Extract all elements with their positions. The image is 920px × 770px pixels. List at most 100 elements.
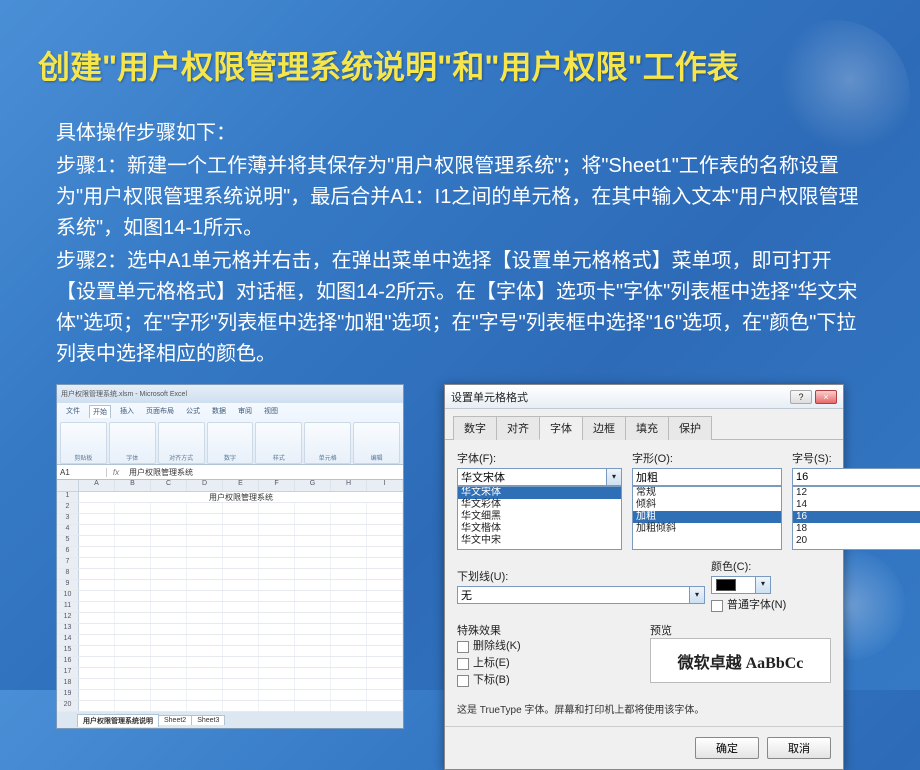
- sheet-tab[interactable]: Sheet3: [191, 715, 225, 725]
- ribbon-tab[interactable]: 公式: [183, 405, 203, 418]
- help-icon[interactable]: ?: [790, 390, 812, 404]
- style-combo[interactable]: [632, 468, 782, 486]
- row-header[interactable]: 5: [57, 536, 79, 546]
- chevron-down-icon[interactable]: ▾: [607, 468, 622, 486]
- list-item[interactable]: 16: [793, 511, 920, 523]
- row-header[interactable]: 15: [57, 646, 79, 656]
- dialog-tab[interactable]: 填充: [625, 416, 669, 440]
- merged-cell[interactable]: 用户权限管理系统: [79, 492, 403, 502]
- ribbon-tabs: 文件 开始 插入 页面布局 公式 数据 审阅 视图: [57, 403, 403, 420]
- row-header[interactable]: 14: [57, 635, 79, 645]
- chevron-down-icon[interactable]: ▾: [755, 577, 770, 593]
- grid-row: 2: [57, 503, 403, 514]
- checkbox[interactable]: [711, 600, 723, 612]
- ribbon-tab[interactable]: 视图: [261, 405, 281, 418]
- ribbon-group: 剪贴板: [60, 422, 107, 464]
- col-header[interactable]: H: [331, 480, 367, 491]
- cancel-button[interactable]: 取消: [767, 737, 831, 759]
- list-item[interactable]: 华文中宋: [458, 535, 621, 547]
- font-listbox[interactable]: 华文宋体 华文彩体 华文细黑 华文楷体 华文中宋: [457, 486, 622, 550]
- dialog-tab[interactable]: 字体: [539, 416, 583, 440]
- checkbox[interactable]: [457, 658, 469, 670]
- col-header[interactable]: I: [367, 480, 403, 491]
- close-icon[interactable]: ×: [815, 390, 837, 404]
- font-input[interactable]: [457, 468, 607, 486]
- size-listbox[interactable]: 12 14 16 18 20: [792, 486, 920, 550]
- chevron-down-icon[interactable]: ▾: [690, 586, 705, 604]
- row-header[interactable]: 18: [57, 679, 79, 689]
- sheet-tab[interactable]: Sheet2: [158, 715, 192, 725]
- dialog-tab[interactable]: 保护: [668, 416, 712, 440]
- list-item[interactable]: 倾斜: [633, 499, 781, 511]
- list-item[interactable]: 14: [793, 499, 920, 511]
- row-header[interactable]: 19: [57, 690, 79, 700]
- fx-icon[interactable]: fx: [107, 468, 125, 477]
- row-header[interactable]: 8: [57, 569, 79, 579]
- row-header[interactable]: 4: [57, 525, 79, 535]
- checkbox[interactable]: [457, 641, 469, 653]
- ribbon-tab[interactable]: 插入: [117, 405, 137, 418]
- col-header[interactable]: B: [115, 480, 151, 491]
- list-item[interactable]: 华文楷体: [458, 523, 621, 535]
- ribbon-tab[interactable]: 数据: [209, 405, 229, 418]
- dialog-tab[interactable]: 边框: [582, 416, 626, 440]
- grid-row: 11: [57, 602, 403, 613]
- dialog-tab[interactable]: 数字: [453, 416, 497, 440]
- row-header[interactable]: 16: [57, 657, 79, 667]
- col-header[interactable]: F: [259, 480, 295, 491]
- sheet-tab[interactable]: 用户权限管理系统说明: [77, 714, 159, 727]
- list-item[interactable]: 华文彩体: [458, 499, 621, 511]
- size-input[interactable]: [792, 468, 920, 486]
- list-item[interactable]: 华文细黑: [458, 511, 621, 523]
- row-header[interactable]: 3: [57, 514, 79, 524]
- format-cells-dialog: 设置单元格格式 ? × 数字 对齐 字体 边框 填充 保护 字体(F):: [444, 384, 844, 770]
- list-item[interactable]: 加粗倾斜: [633, 523, 781, 535]
- size-label: 字号(S):: [792, 450, 920, 466]
- row-header[interactable]: 7: [57, 558, 79, 568]
- underline-input[interactable]: [457, 586, 690, 604]
- col-header[interactable]: D: [187, 480, 223, 491]
- row-header[interactable]: 17: [57, 668, 79, 678]
- row-header[interactable]: 10: [57, 591, 79, 601]
- style-listbox[interactable]: 常规 倾斜 加粗 加粗倾斜: [632, 486, 782, 550]
- row-header[interactable]: 9: [57, 580, 79, 590]
- col-header[interactable]: E: [223, 480, 259, 491]
- grid-row: 18: [57, 679, 403, 690]
- ribbon-tab[interactable]: 开始: [89, 405, 111, 418]
- formula-value[interactable]: 用户权限管理系统: [125, 467, 197, 478]
- font-combo[interactable]: ▾: [457, 468, 622, 486]
- list-item[interactable]: 12: [793, 487, 920, 499]
- underline-combo[interactable]: ▾: [457, 586, 705, 604]
- ribbon-tab[interactable]: 文件: [63, 405, 83, 418]
- list-item[interactable]: 20: [793, 535, 920, 547]
- select-all-corner[interactable]: [57, 480, 79, 491]
- style-input[interactable]: [632, 468, 782, 486]
- col-header[interactable]: C: [151, 480, 187, 491]
- row-header[interactable]: 20: [57, 701, 79, 711]
- col-header[interactable]: G: [295, 480, 331, 491]
- row-header[interactable]: 13: [57, 624, 79, 634]
- row-header[interactable]: 6: [57, 547, 79, 557]
- underline-label: 下划线(U):: [457, 568, 705, 584]
- excel-titlebar: 用户权限管理系统.xlsm - Microsoft Excel: [57, 385, 403, 403]
- ribbon-tab[interactable]: 审阅: [235, 405, 255, 418]
- list-item[interactable]: 华文宋体: [458, 487, 621, 499]
- ok-button[interactable]: 确定: [695, 737, 759, 759]
- list-item[interactable]: 加粗: [633, 511, 781, 523]
- row-header[interactable]: 1: [57, 492, 79, 502]
- dialog-note: 这是 TrueType 字体。屏幕和打印机上都将使用该字体。: [457, 701, 831, 716]
- list-item[interactable]: 18: [793, 523, 920, 535]
- row-header[interactable]: 2: [57, 503, 79, 513]
- size-combo[interactable]: [792, 468, 920, 486]
- list-item[interactable]: 常规: [633, 487, 781, 499]
- color-picker[interactable]: ▾: [711, 576, 771, 594]
- checkbox[interactable]: [457, 675, 469, 687]
- ribbon-tab[interactable]: 页面布局: [143, 405, 177, 418]
- step1-text: 步骤1：新建一个工作薄并将其保存为"用户权限管理系统"；将"Sheet1"工作表…: [56, 151, 870, 244]
- size-column: 字号(S): 12 14 16 18 20: [792, 450, 920, 550]
- col-header[interactable]: A: [79, 480, 115, 491]
- row-header[interactable]: 12: [57, 613, 79, 623]
- row-header[interactable]: 11: [57, 602, 79, 612]
- dialog-tab[interactable]: 对齐: [496, 416, 540, 440]
- name-box[interactable]: A1: [57, 468, 107, 477]
